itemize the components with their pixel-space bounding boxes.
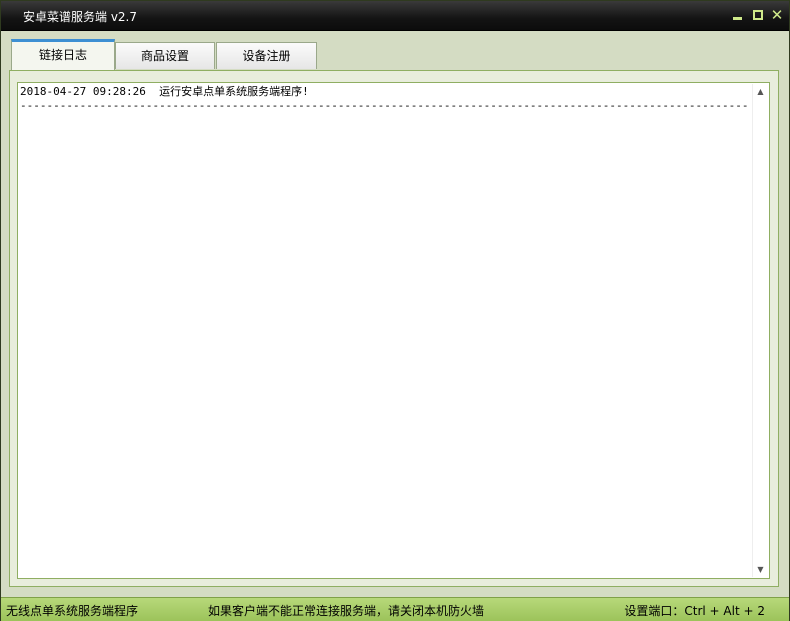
tab-product-settings[interactable]: 商品设置 — [115, 42, 215, 69]
status-port-shortcut: 设置端口：Ctrl + Alt + 2 — [624, 604, 765, 618]
log-textarea[interactable]: 2018-04-27 09:28:26 运行安卓点单系统服务端程序! -----… — [17, 82, 770, 579]
maximize-button[interactable] — [749, 6, 767, 24]
status-firewall-hint: 如果客户端不能正常连接服务端，请关闭本机防火墙 — [208, 604, 485, 618]
main-window: 安卓菜谱服务端 v2.7 ✕ 链接日志 商品设置 设备注册 2018-04-27… — [0, 0, 790, 621]
vertical-scrollbar[interactable]: ▲ ▼ — [752, 84, 768, 577]
tab-label: 链接日志 — [38, 48, 87, 62]
scroll-up-icon[interactable]: ▲ — [753, 84, 768, 99]
tab-panel: 2018-04-27 09:28:26 运行安卓点单系统服务端程序! -----… — [9, 70, 779, 587]
title-bar[interactable]: 安卓菜谱服务端 v2.7 ✕ — [1, 1, 789, 31]
log-line: 2018-04-27 09:28:26 运行安卓点单系统服务端程序! — [20, 85, 309, 98]
window-title: 安卓菜谱服务端 v2.7 — [23, 10, 138, 24]
close-button[interactable]: ✕ — [768, 6, 786, 24]
log-content: 2018-04-27 09:28:26 运行安卓点单系统服务端程序! -----… — [20, 85, 750, 575]
minimize-button[interactable] — [729, 6, 747, 24]
close-icon: ✕ — [770, 6, 784, 24]
tab-device-registration[interactable]: 设备注册 — [216, 42, 317, 69]
maximize-icon — [753, 10, 763, 20]
status-app-name: 无线点单系统服务端程序 — [6, 604, 139, 618]
status-bar: 无线点单系统服务端程序 如果客户端不能正常连接服务端，请关闭本机防火墙 设置端口… — [1, 597, 789, 621]
tab-label: 设备注册 — [242, 49, 291, 63]
tab-connection-log[interactable]: 链接日志 — [11, 39, 115, 70]
log-separator: ----------------------------------------… — [20, 99, 750, 112]
tab-strip: 链接日志 商品设置 设备注册 — [1, 30, 789, 70]
scroll-down-icon[interactable]: ▼ — [753, 562, 768, 577]
minimize-icon — [733, 17, 742, 20]
tab-label: 商品设置 — [140, 49, 189, 63]
